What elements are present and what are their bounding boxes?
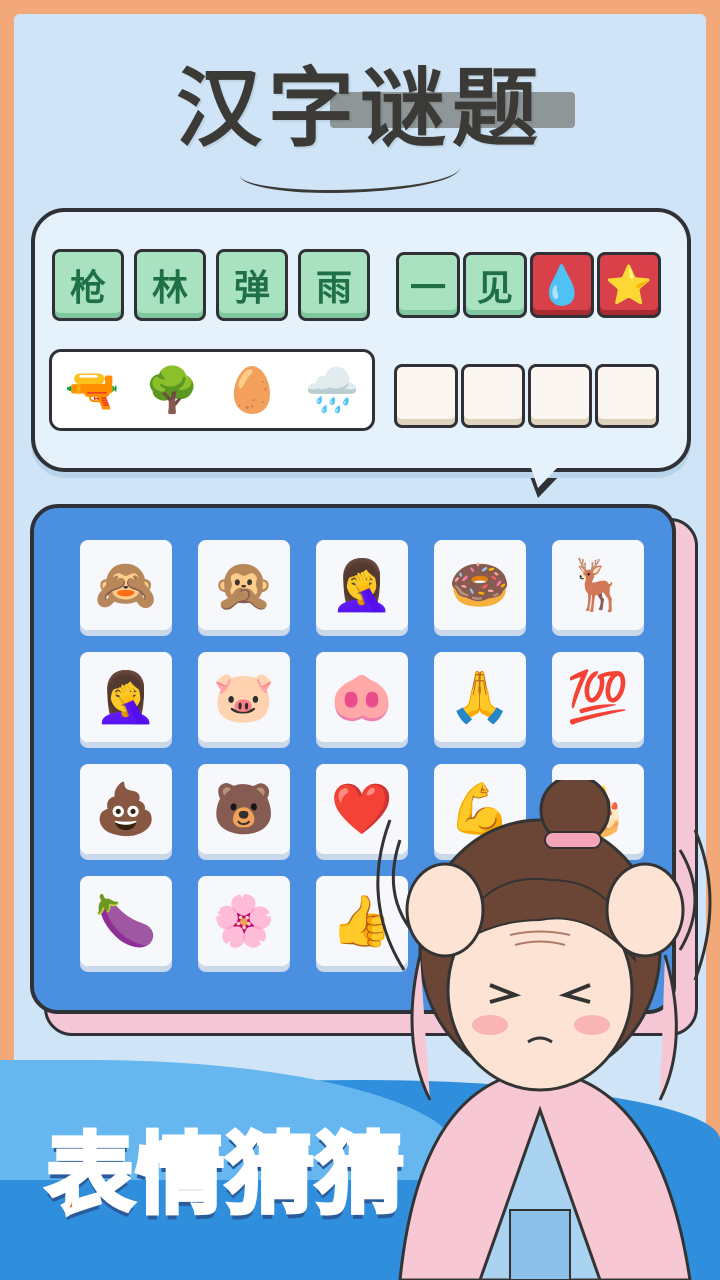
girl-character-illustration — [376, 780, 712, 1280]
clue-gun-icon: 🔫 — [64, 365, 120, 416]
emoji-option[interactable]: 🐽 — [316, 652, 408, 742]
answer-slot[interactable] — [528, 364, 592, 428]
emoji-option[interactable]: 💩 — [80, 764, 172, 854]
puzzle-bubble — [31, 208, 691, 472]
answer-slot[interactable] — [394, 364, 458, 428]
banner-title: 表情猜猜 — [44, 1121, 407, 1228]
emoji-option[interactable]: 🦌 — [552, 540, 644, 630]
clue-egg-icon: 🥚 — [224, 365, 280, 416]
game-title: 汉字谜题 — [176, 58, 544, 159]
answer-tile[interactable]: 雨 — [298, 249, 370, 321]
previous-tile-emoji[interactable]: ⭐ — [597, 252, 661, 318]
emoji-option[interactable]: 🙊 — [198, 540, 290, 630]
emoji-option[interactable]: 🐻 — [198, 764, 290, 854]
emoji-option[interactable]: 🌸 — [198, 876, 290, 966]
answer-tile[interactable]: 枪 — [52, 249, 124, 321]
emoji-option[interactable]: 🙏 — [434, 652, 526, 742]
emoji-option[interactable]: 🍆 — [80, 876, 172, 966]
previous-tile-emoji[interactable]: 💧 — [530, 252, 594, 318]
emoji-option[interactable]: 🐷 — [198, 652, 290, 742]
emoji-option[interactable]: 🤦‍♀️ — [80, 652, 172, 742]
previous-tile[interactable]: 见 — [463, 252, 527, 318]
emoji-option[interactable]: 🤦‍♀️ — [316, 540, 408, 630]
answer-tile[interactable]: 弹 — [216, 249, 288, 321]
bubble-tail-inner — [524, 448, 576, 488]
clue-emoji-box: 🔫 🌳 🥚 🌧️ — [49, 349, 375, 431]
emoji-option[interactable]: 🙈 — [80, 540, 172, 630]
answer-tile[interactable]: 林 — [134, 249, 206, 321]
emoji-option[interactable]: 💯 — [552, 652, 644, 742]
answer-slot[interactable] — [595, 364, 659, 428]
previous-tile[interactable]: 一 — [396, 252, 460, 318]
clue-tree-icon: 🌳 — [144, 365, 200, 416]
emoji-option[interactable]: 🍩 — [434, 540, 526, 630]
clue-rain-icon: 🌧️ — [304, 365, 360, 416]
answer-slot[interactable] — [461, 364, 525, 428]
